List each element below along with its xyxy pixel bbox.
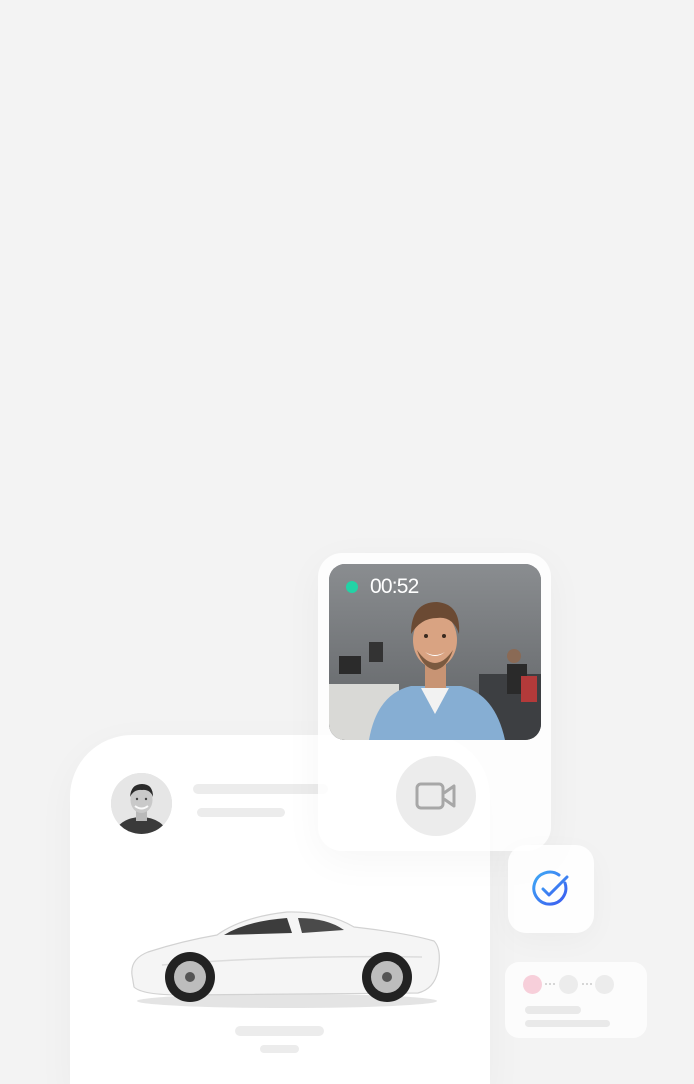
live-indicator (346, 581, 358, 593)
call-timer: 00:52 (370, 575, 419, 598)
progress-steps-card (505, 962, 647, 1038)
seller-subtitle-placeholder (197, 808, 285, 817)
car-image (122, 897, 452, 1017)
step-2-dot (559, 975, 578, 994)
check-circle-icon (532, 870, 569, 906)
step-3-dot (595, 975, 614, 994)
seller-avatar[interactable] (111, 773, 172, 834)
caller-photo (329, 564, 541, 740)
video-toggle-button[interactable] (396, 756, 476, 836)
car-price-placeholder (260, 1045, 299, 1053)
confirmation-card (508, 845, 594, 933)
step-subtitle-placeholder (525, 1020, 610, 1027)
seller-name-placeholder (193, 784, 328, 794)
step-connector (545, 983, 555, 985)
video-call-card: 00:52 (318, 553, 551, 851)
step-1-dot (523, 975, 542, 994)
video-camera-icon (415, 782, 456, 810)
car-title-placeholder (235, 1026, 324, 1036)
person-photo (111, 773, 172, 834)
step-connector (582, 983, 592, 985)
step-title-placeholder (525, 1006, 581, 1014)
video-feed: 00:52 (329, 564, 541, 740)
